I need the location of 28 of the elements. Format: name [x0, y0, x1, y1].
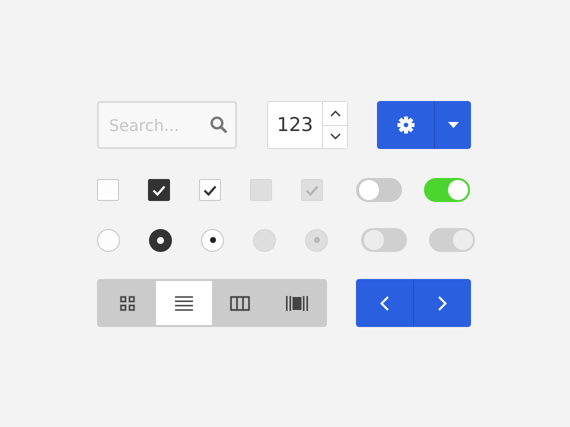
number-stepper[interactable]: 123	[267, 101, 348, 149]
gear-icon	[396, 116, 414, 134]
checkbox[interactable]	[97, 179, 119, 201]
radio-button[interactable]	[97, 228, 120, 252]
checkbox[interactable]	[199, 179, 221, 201]
columns-icon	[230, 296, 250, 310]
radio-button[interactable]	[149, 228, 172, 252]
view-tab[interactable]	[156, 281, 212, 325]
chevron-up-icon	[330, 110, 340, 117]
caret-icon	[448, 122, 458, 128]
number-value: 123	[276, 113, 314, 138]
decrement-button[interactable]	[323, 124, 347, 148]
chevron-left-icon	[380, 296, 389, 310]
list-icon	[174, 296, 193, 310]
toggle-switch[interactable]	[356, 178, 402, 202]
toggle-switch[interactable]	[424, 178, 470, 202]
checkmark-icon	[203, 184, 217, 196]
carousel-icon	[286, 296, 308, 310]
search-icon	[210, 116, 227, 133]
checkmark-icon	[152, 184, 166, 196]
radio-button[interactable]	[201, 228, 224, 252]
checkmark-icon	[305, 184, 319, 196]
grid-icon	[120, 296, 135, 310]
dropdown-button[interactable]	[434, 101, 471, 149]
settings-button[interactable]	[377, 101, 434, 149]
chevron-down-icon	[330, 133, 340, 140]
chevron-right-icon	[438, 296, 447, 310]
checkbox[interactable]	[148, 179, 170, 201]
